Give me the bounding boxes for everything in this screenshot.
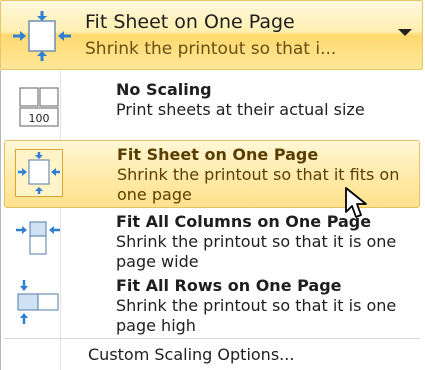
menu-item-description: Print sheets at their actual size — [116, 100, 365, 119]
chevron-down-icon[interactable] — [398, 29, 412, 36]
fit-sheet-icon — [13, 11, 71, 61]
no-scaling-icon-text: 100 — [29, 112, 50, 125]
menu-item-fit-rows[interactable]: Fit All Rows on One Page Shrink the prin… — [4, 272, 420, 338]
mouse-pointer-icon — [345, 187, 367, 218]
menu-item-label: Fit All Columns on One Page — [116, 212, 372, 231]
menu-item-label: Fit All Rows on One Page — [116, 276, 342, 295]
menu-item-description: Shrink the printout so that it is one pa… — [116, 232, 397, 271]
dropdown-title: Fit Sheet on One Page — [85, 11, 295, 33]
scaling-dropdown[interactable]: Fit Sheet on One Page Shrink the printou… — [0, 0, 423, 70]
menu-item-label: No Scaling — [116, 80, 212, 99]
menu-item-label: Fit Sheet on One Page — [117, 145, 319, 164]
custom-scaling-options-link[interactable]: Custom Scaling Options... — [88, 345, 294, 364]
menu-item-description: Shrink the printout so that it is one pa… — [116, 296, 397, 335]
fit-sheet-icon — [18, 152, 60, 194]
scaling-menu: Fit Sheet on One Page Shrink the printou… — [0, 0, 425, 370]
fit-rows-icon — [17, 280, 59, 324]
dropdown-subtitle: Shrink the printout so that i... — [85, 39, 337, 59]
menu-item-description: Shrink the printout so that it fits on o… — [117, 165, 400, 204]
menu-item-no-scaling[interactable]: 100 No Scaling Print sheets at their act… — [4, 76, 420, 142]
no-scaling-icon: 100 — [19, 87, 59, 127]
fit-columns-icon — [16, 221, 60, 255]
menu-separator — [4, 338, 420, 339]
